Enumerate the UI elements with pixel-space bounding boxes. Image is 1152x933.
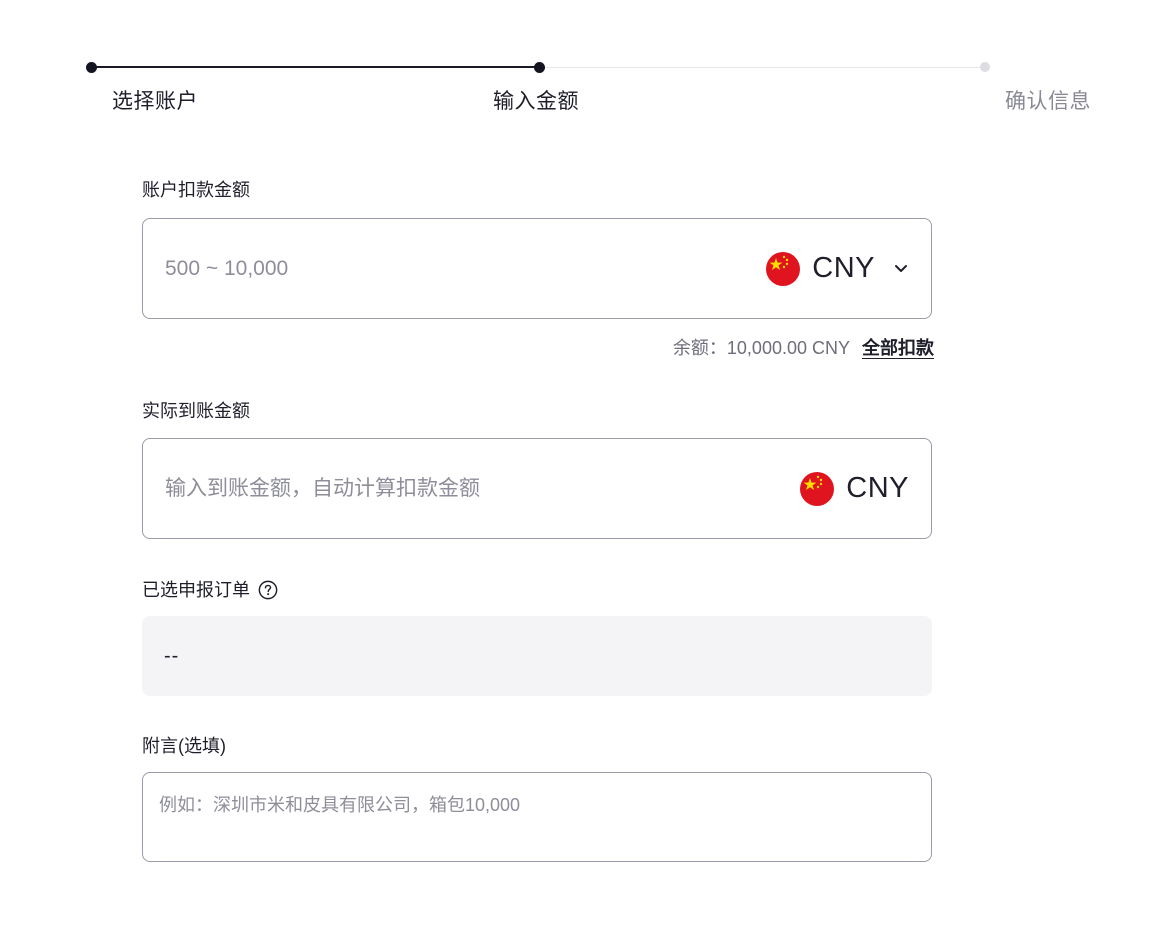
received-amount-label-text: 实际到账金额 [142, 401, 250, 421]
debit-currency-select[interactable]: CNY [766, 251, 931, 286]
received-amount-label: 实际到账金额 [142, 399, 250, 423]
received-amount-field[interactable]: CNY [142, 438, 932, 539]
balance-text: 余额：10,000.00 CNY [672, 338, 850, 358]
step-dot-1 [86, 61, 97, 73]
received-amount-input[interactable] [143, 438, 801, 539]
stepper: 选择账户 输入金额 确认信息 [0, 0, 1152, 130]
stepper-track-done [91, 66, 539, 68]
debit-currency-code: CNY [812, 252, 875, 284]
orders-value-box: -- [142, 616, 932, 696]
balance-row: 余额：10,000.00 CNY 全部扣款 [673, 334, 934, 360]
debit-amount-label-text: 账户扣款金额 [142, 180, 250, 200]
step-dot-2 [534, 61, 545, 73]
step-label-confirm-info: 确认信息 [1005, 90, 1091, 113]
note-label-text: 附言(选填) [142, 736, 226, 756]
step-dot-3 [980, 62, 990, 72]
chevron-down-icon[interactable] [893, 261, 909, 277]
orders-label: 已选申报订单 [142, 578, 278, 602]
orders-value: -- [164, 644, 180, 667]
note-field[interactable] [142, 772, 932, 862]
received-currency: CNY [800, 471, 931, 506]
received-currency-code: CNY [846, 472, 909, 504]
note-textarea[interactable] [143, 773, 931, 861]
china-flag-icon [766, 251, 801, 286]
orders-label-text: 已选申报订单 [142, 580, 250, 600]
debit-amount-field[interactable]: CNY [142, 218, 932, 319]
note-label: 附言(选填) [142, 734, 226, 758]
china-flag-icon [800, 471, 835, 506]
stepper-track-upcoming [539, 66, 985, 68]
question-circle-icon[interactable] [258, 580, 278, 600]
debit-all-link[interactable]: 全部扣款 [862, 334, 934, 360]
step-label-enter-amount: 输入金额 [493, 90, 579, 113]
debit-amount-input[interactable] [143, 218, 767, 319]
debit-amount-label: 账户扣款金额 [142, 178, 250, 202]
step-label-select-account: 选择账户 [112, 90, 198, 113]
